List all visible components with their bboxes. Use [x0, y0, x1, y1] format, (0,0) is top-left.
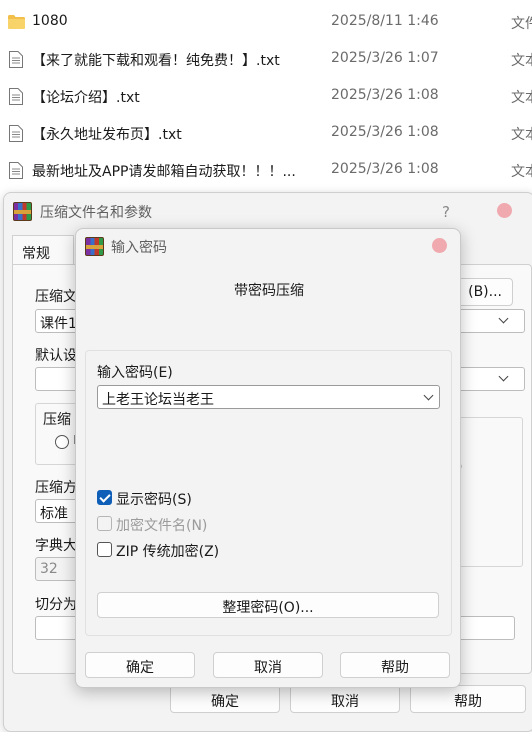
- split-label: 切分为: [35, 597, 77, 613]
- file-name: 最新地址及APP请发邮箱自动获取！！！...: [32, 164, 296, 180]
- format-group-label: 压缩: [43, 412, 71, 428]
- file-type: 文本: [511, 164, 532, 180]
- help-label: 帮助: [381, 660, 409, 676]
- organize-label: 整理密码(O)...: [222, 600, 314, 616]
- ok-label: 确定: [211, 694, 239, 710]
- archive-name-label: 压缩文: [35, 289, 77, 305]
- help-button[interactable]: 帮助: [340, 652, 450, 678]
- method-value: 标准: [40, 506, 68, 522]
- file-type: 文本: [511, 90, 532, 106]
- archive-name-value: 课件1: [40, 316, 77, 332]
- folder-icon: [8, 15, 25, 29]
- file-date: 2025/3/26 1:08: [331, 87, 439, 103]
- help-label: 帮助: [454, 694, 482, 710]
- file-row[interactable]: 【永久地址发布页】.txt 2025/3/26 1:08 文本: [0, 115, 532, 152]
- cancel-button[interactable]: 取消: [213, 652, 323, 678]
- password-input[interactable]: 上老王论坛当老王: [97, 385, 440, 409]
- browse-label: (B)...: [468, 284, 502, 300]
- file-type: 文本: [511, 53, 532, 69]
- file-type: 文件: [511, 16, 532, 32]
- file-date: 2025/3/26 1:08: [331, 161, 439, 177]
- zip-legacy-label: ZIP 传统加密(Z): [116, 544, 220, 560]
- text-file-icon: [9, 162, 23, 179]
- cancel-button[interactable]: 取消: [290, 685, 400, 713]
- password-dialog: 输入密码 带密码压缩 输入密码(E) 上老王论坛当老王 显示密码(S) 加密文件…: [75, 228, 461, 688]
- checkbox-checked-icon[interactable]: [97, 490, 112, 505]
- winrar-icon: [85, 237, 104, 256]
- winrar-icon: [13, 202, 32, 221]
- file-date: 2025/3/26 1:07: [331, 50, 439, 66]
- organize-passwords-button[interactable]: 整理密码(O)...: [97, 592, 439, 618]
- file-name: 【来了就能下载和观看！纯免费！】.txt: [32, 53, 280, 69]
- file-row[interactable]: 【来了就能下载和观看！纯免费！】.txt 2025/3/26 1:07 文本: [0, 41, 532, 78]
- tab-general[interactable]: 常规: [12, 235, 74, 265]
- dialog-heading: 带密码压缩: [234, 283, 304, 299]
- help-icon[interactable]: ?: [442, 203, 450, 221]
- dictionary-value: 32: [40, 561, 58, 577]
- password-value: 上老王论坛当老王: [102, 392, 214, 408]
- file-row[interactable]: 最新地址及APP请发邮箱自动获取！！！... 2025/3/26 1:08 文本: [0, 152, 532, 189]
- close-icon[interactable]: [497, 203, 512, 218]
- file-date: 2025/8/11 1:46: [331, 13, 439, 29]
- ok-label: 确定: [126, 660, 154, 676]
- text-file-icon: [9, 88, 23, 105]
- ok-button[interactable]: 确定: [85, 652, 195, 678]
- file-name: 1080: [32, 13, 68, 29]
- text-file-icon: [9, 51, 23, 68]
- dialog-title: 输入密码: [111, 240, 167, 256]
- dialog-title: 压缩文件名和参数: [40, 205, 152, 221]
- close-icon[interactable]: [432, 238, 447, 253]
- show-password-label: 显示密码(S): [116, 492, 192, 508]
- password-label: 输入密码(E): [97, 365, 173, 381]
- checkbox-icon: [97, 516, 112, 531]
- ok-button[interactable]: 确定: [170, 685, 280, 713]
- method-label: 压缩方: [35, 480, 77, 496]
- file-row[interactable]: 1080 2025/8/11 1:46 文件: [0, 4, 532, 41]
- file-date: 2025/3/26 1:08: [331, 124, 439, 140]
- encrypt-filenames-label: 加密文件名(N): [116, 518, 208, 534]
- file-type: 文本: [511, 127, 532, 143]
- format-radio[interactable]: [55, 435, 69, 449]
- file-name: 【永久地址发布页】.txt: [32, 127, 182, 143]
- cancel-label: 取消: [254, 660, 282, 676]
- file-name: 【论坛介绍】.txt: [32, 90, 140, 106]
- dictionary-label: 字典大: [35, 538, 77, 554]
- cancel-label: 取消: [331, 694, 359, 710]
- checkbox-icon[interactable]: [97, 542, 112, 557]
- help-button[interactable]: 帮助: [410, 685, 526, 713]
- file-row[interactable]: 【论坛介绍】.txt 2025/3/26 1:08 文本: [0, 78, 532, 115]
- text-file-icon: [9, 125, 23, 142]
- default-settings-label: 默认设: [35, 348, 77, 364]
